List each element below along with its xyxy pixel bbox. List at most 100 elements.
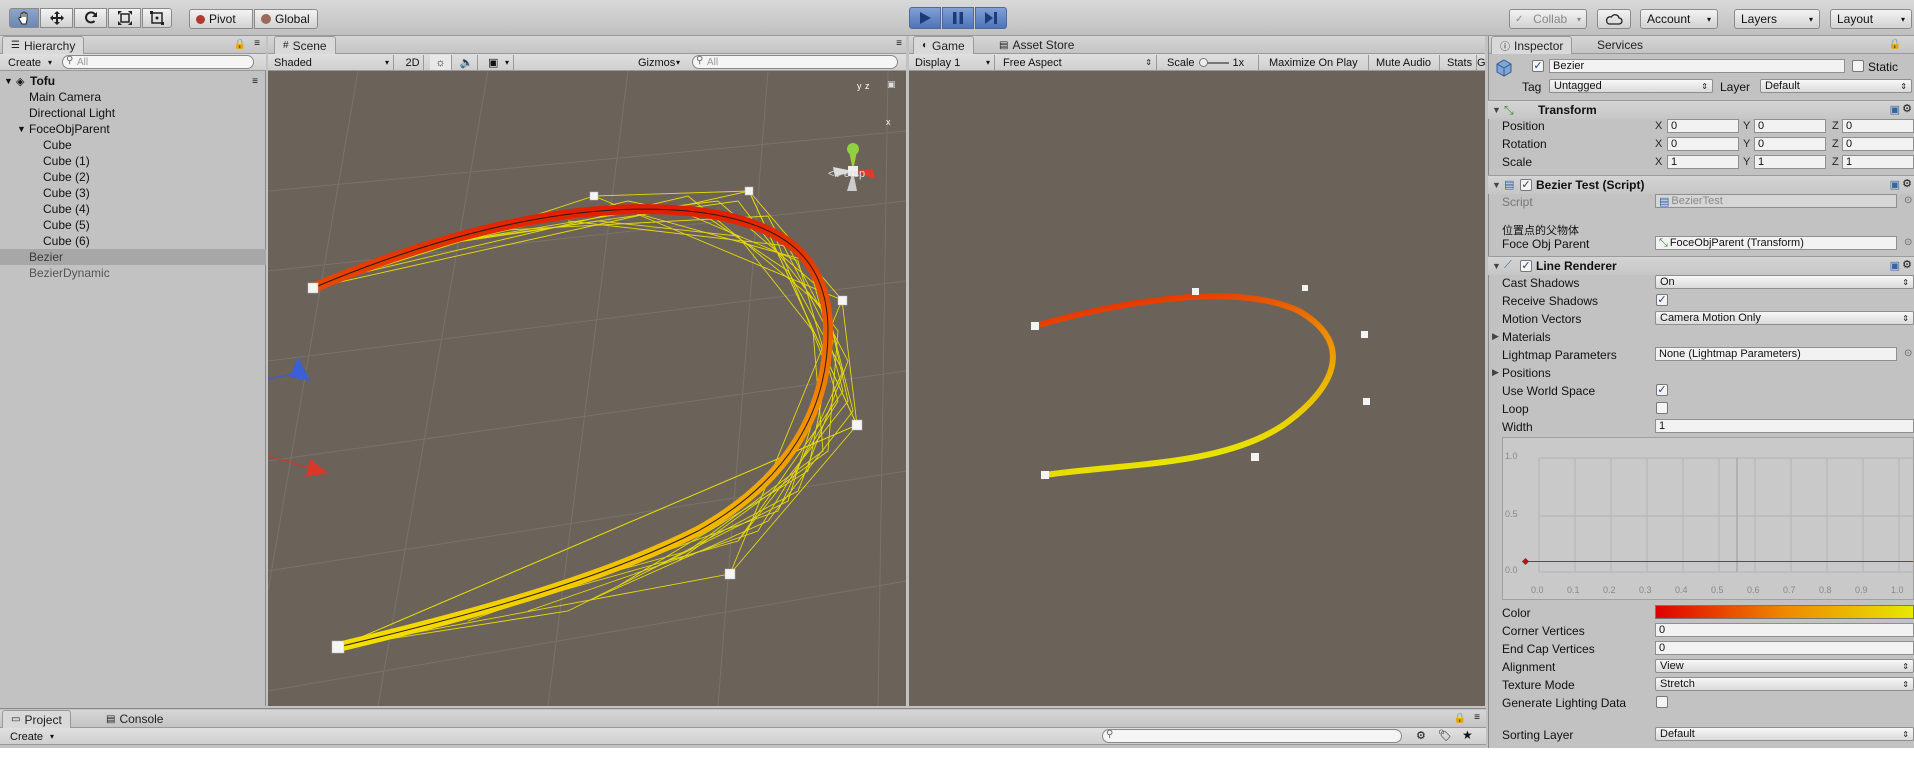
- project-search-input[interactable]: ⚲: [1102, 729, 1402, 743]
- tab-services[interactable]: Services: [1589, 36, 1651, 54]
- scale-z-field[interactable]: 1: [1842, 155, 1914, 169]
- position-z-field[interactable]: 0: [1842, 119, 1914, 133]
- pause-button[interactable]: [942, 7, 974, 29]
- tag-dropdown[interactable]: Untagged ⇕: [1549, 79, 1713, 93]
- corner-vertices-field[interactable]: 0: [1655, 623, 1914, 637]
- tab-scene[interactable]: # Scene: [274, 36, 336, 54]
- positions-label[interactable]: Positions: [1502, 366, 1551, 380]
- scene-audio-toggle[interactable]: 🔈: [456, 55, 478, 70]
- transform-header[interactable]: ▼ ⤡ Transform ▣ ⚙: [1488, 100, 1914, 119]
- tab-project[interactable]: ▭ Project: [2, 710, 71, 728]
- hierarchy-search-input[interactable]: ⚲ All: [62, 55, 254, 69]
- help-icon[interactable]: ▣: [1890, 259, 1900, 272]
- panel-menu-icon[interactable]: ≡: [254, 38, 260, 49]
- width-field[interactable]: 1: [1655, 419, 1914, 433]
- scene-lighting-toggle[interactable]: ☼: [430, 55, 452, 70]
- scene-cube-6[interactable]: [331, 640, 345, 654]
- end-cap-vertices-field[interactable]: 0: [1655, 641, 1914, 655]
- static-checkbox[interactable]: [1852, 60, 1864, 72]
- foldout-closed-icon[interactable]: ▶: [1492, 331, 1499, 342]
- scene-cube-1[interactable]: [589, 191, 599, 201]
- hierarchy-item-bezierdynamic[interactable]: BezierDynamic: [0, 265, 266, 281]
- rect-tool-icon[interactable]: [142, 8, 172, 28]
- panel-menu-icon[interactable]: ≡: [1474, 712, 1480, 723]
- generate-lighting-checkbox[interactable]: [1656, 696, 1668, 708]
- tab-console[interactable]: ▤ Console: [98, 710, 171, 728]
- hierarchy-item-cube[interactable]: Cube: [0, 137, 266, 153]
- scene-viewport[interactable]: y z x ▣ < Persp: [268, 71, 906, 706]
- gear-icon[interactable]: ⚙: [1902, 177, 1912, 190]
- hierarchy-item-cube-1[interactable]: Cube (1): [0, 153, 266, 169]
- rotation-z-field[interactable]: 0: [1842, 137, 1914, 151]
- layer-dropdown[interactable]: Default ⇕: [1760, 79, 1912, 93]
- create-dropdown[interactable]: Create ▾: [4, 55, 56, 70]
- object-picker-icon[interactable]: ⊙: [1904, 195, 1912, 206]
- foce-obj-parent-field[interactable]: ⤡ FoceObjParent (Transform): [1655, 236, 1897, 250]
- hierarchy-item-bezier[interactable]: Bezier: [0, 249, 266, 265]
- width-curve-line[interactable]: [1525, 560, 1913, 562]
- use-world-space-checkbox[interactable]: ✓: [1656, 384, 1668, 396]
- display-dropdown[interactable]: Display 1 ▾: [911, 55, 995, 70]
- collab-dropdown[interactable]: ✓ Collab ▾: [1509, 9, 1587, 29]
- scene-orientation-gizmo[interactable]: [833, 143, 875, 191]
- receive-shadows-checkbox[interactable]: ✓: [1656, 294, 1668, 306]
- project-create-dropdown[interactable]: Create ▾: [6, 729, 58, 744]
- lightmap-parameters-field[interactable]: None (Lightmap Parameters): [1655, 347, 1897, 361]
- gear-icon[interactable]: ⚙: [1902, 258, 1912, 271]
- cast-shadows-dropdown[interactable]: On ⇕: [1655, 275, 1914, 289]
- hierarchy-item-cube-4[interactable]: Cube (4): [0, 201, 266, 217]
- help-icon[interactable]: ▣: [1890, 178, 1900, 191]
- slider-thumb[interactable]: [1198, 57, 1208, 67]
- move-tool-icon[interactable]: [40, 8, 73, 28]
- filter-by-label-icon[interactable]: 🏷: [1438, 729, 1452, 742]
- hierarchy-item-main-camera[interactable]: Main Camera: [0, 89, 266, 105]
- lock-icon[interactable]: 🔒: [1454, 713, 1466, 724]
- color-gradient-field[interactable]: [1655, 605, 1914, 619]
- scale-x-field[interactable]: 1: [1667, 155, 1739, 169]
- scene-root-row[interactable]: ▼ ◈ Tofu ≡: [0, 73, 266, 89]
- scene-effects-dropdown[interactable]: ▣ ▾: [484, 55, 514, 70]
- hierarchy-item-cube-6[interactable]: Cube (6): [0, 233, 266, 249]
- scale-slider[interactable]: Scale 1x: [1163, 55, 1259, 70]
- layers-dropdown[interactable]: Layers ▾: [1734, 9, 1820, 29]
- favorite-star-icon[interactable]: ★: [1462, 728, 1473, 742]
- script-enabled-checkbox[interactable]: ✓: [1520, 179, 1532, 191]
- help-icon[interactable]: ▣: [1890, 103, 1900, 116]
- texture-mode-dropdown[interactable]: Stretch ⇕: [1655, 677, 1914, 691]
- scale-tool-icon[interactable]: [108, 8, 141, 28]
- hand-tool-icon[interactable]: [9, 8, 39, 28]
- hierarchy-item-foceobjparent[interactable]: ▼ FoceObjParent: [0, 121, 266, 137]
- rotate-tool-icon[interactable]: [74, 8, 107, 28]
- sorting-layer-dropdown[interactable]: Default ⇕: [1655, 727, 1914, 741]
- scene-cube-5[interactable]: [724, 568, 736, 580]
- scale-y-field[interactable]: 1: [1754, 155, 1826, 169]
- tab-inspector[interactable]: ⓘ Inspector: [1491, 36, 1573, 54]
- step-button[interactable]: [975, 7, 1007, 29]
- cloud-button[interactable]: [1597, 9, 1631, 29]
- hierarchy-item-cube-2[interactable]: Cube (2): [0, 169, 266, 185]
- object-picker-icon[interactable]: ⊙: [1904, 237, 1912, 248]
- global-toggle[interactable]: Global: [254, 9, 318, 29]
- alignment-dropdown[interactable]: View ⇕: [1655, 659, 1914, 673]
- width-curve-editor[interactable]: 1.0 0.5 0.0 0.0 0.1 0.2 0.3 0.4 0.5 0.6 …: [1502, 437, 1914, 600]
- object-picker-icon[interactable]: ⊙: [1904, 348, 1912, 359]
- materials-label[interactable]: Materials: [1502, 330, 1551, 344]
- account-dropdown[interactable]: Account ▾: [1640, 9, 1718, 29]
- game-gizmos-toggle[interactable]: G: [1477, 55, 1485, 70]
- rotation-x-field[interactable]: 0: [1667, 137, 1739, 151]
- game-viewport[interactable]: [909, 71, 1485, 706]
- layout-dropdown[interactable]: Layout ▾: [1830, 9, 1912, 29]
- slider-track[interactable]: [1198, 57, 1229, 67]
- stats-toggle[interactable]: Stats: [1443, 55, 1477, 70]
- persp-label[interactable]: < Persp: [828, 168, 865, 180]
- mute-audio-toggle[interactable]: Mute Audio: [1372, 55, 1440, 70]
- foldout-closed-icon[interactable]: ▶: [1492, 367, 1499, 378]
- gameobject-name-field[interactable]: Bezier: [1549, 59, 1845, 73]
- line-renderer-header[interactable]: ▼ ⟋ ✓ Line Renderer ▣ ⚙: [1488, 256, 1914, 275]
- filter-by-type-icon[interactable]: ⚙: [1416, 729, 1426, 742]
- loop-checkbox[interactable]: [1656, 402, 1668, 414]
- play-button[interactable]: [909, 7, 941, 29]
- position-x-field[interactable]: 0: [1667, 119, 1739, 133]
- gear-icon[interactable]: ⚙: [1902, 102, 1912, 115]
- bezier-script-header[interactable]: ▼ ▤ ✓ Bezier Test (Script) ▣ ⚙: [1488, 175, 1914, 194]
